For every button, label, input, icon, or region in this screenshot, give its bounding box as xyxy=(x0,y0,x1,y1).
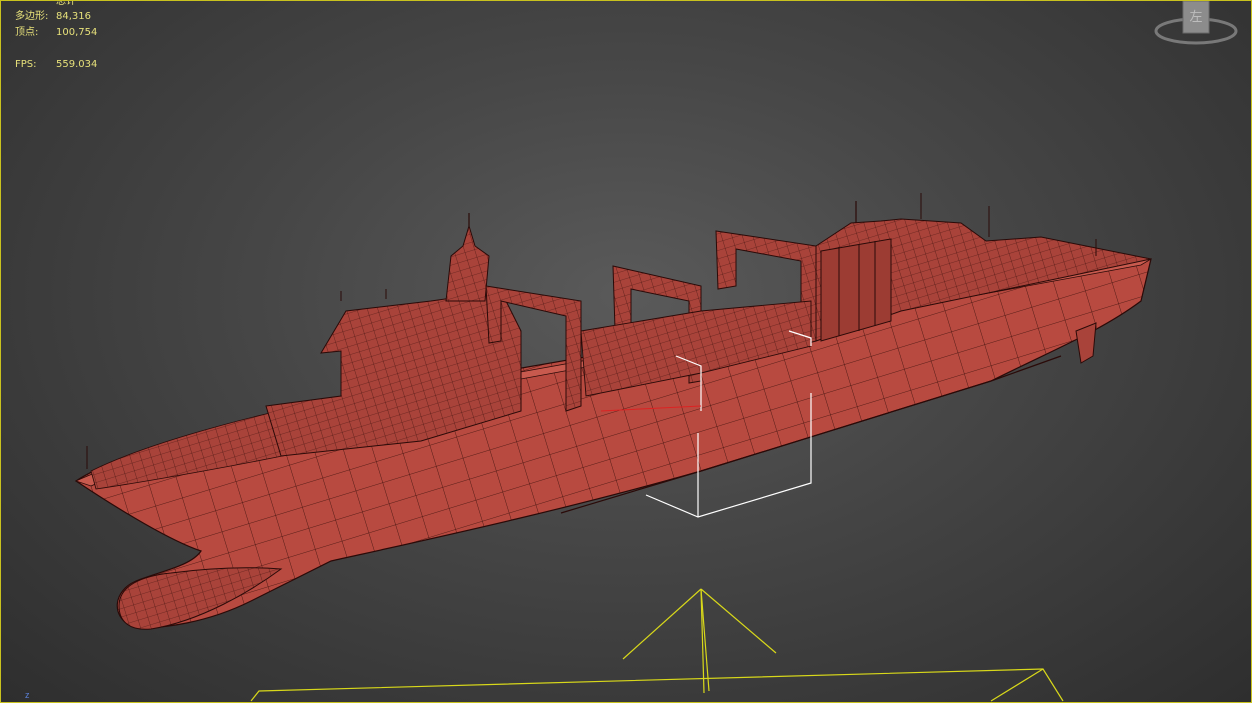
fps-value: 559.034 xyxy=(56,59,98,70)
polygons-value: 84,316 xyxy=(56,11,91,22)
polygons-row: 多边形: 84,316 xyxy=(15,9,97,25)
viewport-statistics: 总计 多边形: 84,316 顶点: 100,754 FPS: 559.034 xyxy=(15,1,97,73)
fps-label: FPS: xyxy=(15,59,37,70)
forward-mast xyxy=(445,224,490,302)
scene-canvas[interactable] xyxy=(1,1,1251,702)
axis-z-label: z xyxy=(25,690,30,700)
perspective-viewport[interactable]: 总计 多边形: 84,316 顶点: 100,754 FPS: 559.034 … xyxy=(0,0,1252,703)
viewcube-icon[interactable]: 左 xyxy=(1151,1,1241,56)
vertices-label: 顶点: xyxy=(15,27,39,38)
vertices-row: 顶点: 100,754 xyxy=(15,25,97,41)
viewcube-face-label: 左 xyxy=(1189,10,1202,25)
vertices-value: 100,754 xyxy=(56,27,98,38)
fps-row: FPS: 559.034 xyxy=(15,57,97,73)
polygons-label: 多边形: xyxy=(15,11,49,22)
camera-target-icon[interactable] xyxy=(250,588,1064,702)
stats-total-label: 总计 xyxy=(56,1,76,7)
ship-model[interactable] xyxy=(74,193,1152,630)
